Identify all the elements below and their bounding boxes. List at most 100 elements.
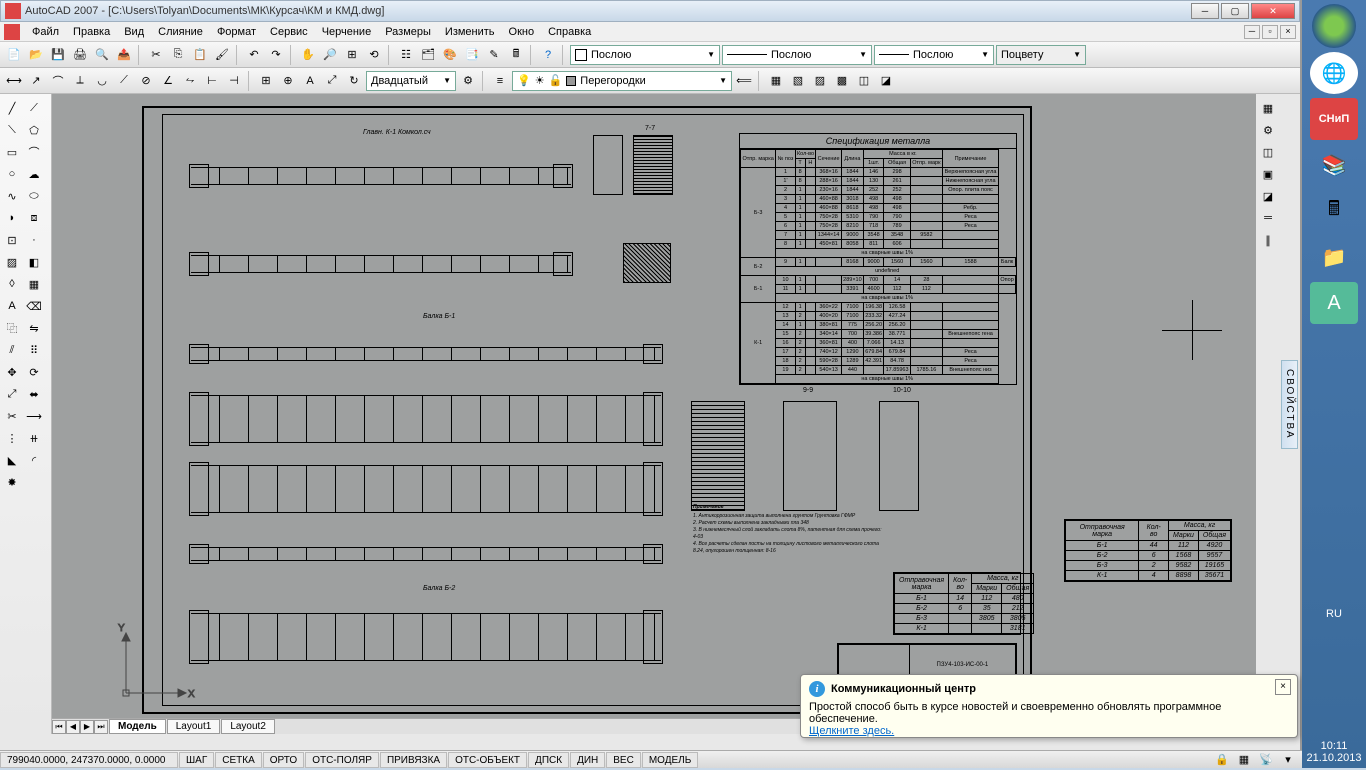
vp1-icon[interactable]: ▦	[766, 71, 786, 91]
dim-edit-icon[interactable]: A	[300, 71, 320, 91]
gradient-icon[interactable]: ◧	[24, 252, 44, 272]
system-clock[interactable]: 10:11 21.10.2013	[1306, 740, 1361, 768]
taskbar-app1-icon[interactable]: 📚	[1310, 144, 1358, 186]
zoom-prev-icon[interactable]: ⟲	[364, 45, 384, 65]
cut-icon[interactable]: ✂	[146, 45, 166, 65]
circle-icon[interactable]: ○	[2, 164, 22, 184]
rt-icon-4[interactable]: ▣	[1258, 164, 1278, 184]
language-indicator[interactable]: RU	[1326, 608, 1342, 620]
vp2-icon[interactable]: ▧	[788, 71, 808, 91]
dim-angular-icon[interactable]: ∠	[158, 71, 178, 91]
zoom-win-icon[interactable]: ⊞	[342, 45, 362, 65]
extend-icon[interactable]: ⟶	[24, 406, 44, 426]
tool-palettes-icon[interactable]: 🎨	[440, 45, 460, 65]
match-icon[interactable]: 🖌	[212, 45, 232, 65]
publish-icon[interactable]: 📤	[114, 45, 134, 65]
menu-window[interactable]: Окно	[503, 24, 541, 40]
table-icon[interactable]: ▦	[24, 274, 44, 294]
taskbar-snip-icon[interactable]: СНиП	[1310, 98, 1358, 140]
rectangle-icon[interactable]: ▭	[2, 142, 22, 162]
dim-quick-icon[interactable]: ⥊	[180, 71, 200, 91]
calc-icon[interactable]: 🖩	[506, 45, 526, 65]
toggle-otrack[interactable]: ОТС-ОБЪЕКТ	[448, 752, 527, 768]
dim-tedit-icon[interactable]: ⤢	[322, 71, 342, 91]
pline-icon[interactable]: ⟍	[2, 120, 22, 140]
print-icon[interactable]: 🖨	[70, 45, 90, 65]
app-menu-icon[interactable]	[4, 24, 20, 40]
drawing-area[interactable]: Главн. К-1 Комкол.сч 7-7 Балка Б-1 Балка…	[52, 94, 1256, 734]
coords-display[interactable]: 799040.0000, 247370.0000, 0.0000	[0, 752, 178, 768]
zoom-rt-icon[interactable]: 🔎	[320, 45, 340, 65]
undo-icon[interactable]: ↶	[244, 45, 264, 65]
dim-update-icon[interactable]: ↻	[344, 71, 364, 91]
menu-view[interactable]: Вид	[118, 24, 150, 40]
notification-close-button[interactable]: ×	[1275, 679, 1291, 695]
polygon-icon[interactable]: ⬠	[24, 120, 44, 140]
spline-icon[interactable]: ∿	[2, 186, 22, 206]
vp5-icon[interactable]: ◫	[854, 71, 874, 91]
minimize-button[interactable]: ─	[1191, 3, 1219, 19]
menu-tools[interactable]: Сервис	[264, 24, 314, 40]
dim-baseline-icon[interactable]: ⊢	[202, 71, 222, 91]
layer-prev-icon[interactable]: ⟸	[734, 71, 754, 91]
join-icon[interactable]: ⧺	[24, 428, 44, 448]
tab-last-icon[interactable]: ⏭	[94, 720, 108, 734]
lineweight-dropdown[interactable]: Послою ▼	[874, 45, 994, 65]
line-icon[interactable]: ╱	[2, 98, 22, 118]
taskbar-calc-icon[interactable]: 🖩	[1310, 190, 1358, 232]
copy-obj-icon[interactable]: ⿻	[2, 318, 22, 338]
menu-insert[interactable]: Слияние	[152, 24, 209, 40]
dimstyle-dropdown[interactable]: Двадцатый ▼	[366, 71, 456, 91]
toggle-ducs[interactable]: ДПСК	[528, 752, 569, 768]
open-icon[interactable]: 📂	[26, 45, 46, 65]
chamfer-icon[interactable]: ◣	[2, 450, 22, 470]
toggle-polar[interactable]: ОТС-ПОЛЯР	[305, 752, 379, 768]
explode-icon[interactable]: ✸	[2, 472, 22, 492]
menu-file[interactable]: Файл	[26, 24, 65, 40]
layer-dropdown[interactable]: 💡 ☀ 🔓 Перегородки ▼	[512, 71, 732, 91]
copy-icon[interactable]: ⎘	[168, 45, 188, 65]
toggle-ortho[interactable]: ОРТО	[263, 752, 304, 768]
sb-tray-icon[interactable]: ▦	[1234, 750, 1254, 770]
dim-jog-icon[interactable]: ⟋	[114, 71, 134, 91]
rt-icon-5[interactable]: ◪	[1258, 186, 1278, 206]
taskbar-folder-icon[interactable]: 📁	[1310, 236, 1358, 278]
sb-comm-icon[interactable]: 📡	[1256, 750, 1276, 770]
mtext-icon[interactable]: A	[2, 296, 22, 316]
rt-icon-2[interactable]: ⚙	[1258, 120, 1278, 140]
sb-menu-icon[interactable]: ▾	[1278, 750, 1298, 770]
revcloud-icon[interactable]: ☁	[24, 164, 44, 184]
rt-icon-3[interactable]: ◫	[1258, 142, 1278, 162]
dim-dia-icon[interactable]: ⊘	[136, 71, 156, 91]
toggle-osnap[interactable]: ПРИВЯЗКА	[380, 752, 447, 768]
center-mark-icon[interactable]: ⊕	[278, 71, 298, 91]
doc-close-button[interactable]: ×	[1280, 25, 1296, 39]
pan-icon[interactable]: ✋	[298, 45, 318, 65]
rotate-icon[interactable]: ⟳	[24, 362, 44, 382]
sb-lock-icon[interactable]: 🔒	[1212, 750, 1232, 770]
hatch-icon[interactable]: ▨	[2, 252, 22, 272]
properties-panel-tab[interactable]: СВОЙСТВА	[1281, 360, 1298, 449]
markup-icon[interactable]: ✎	[484, 45, 504, 65]
taskbar-chrome-icon[interactable]: 🌐	[1310, 52, 1358, 94]
offset-icon[interactable]: ⫽	[2, 340, 22, 360]
new-icon[interactable]: 📄	[4, 45, 24, 65]
toggle-dyn[interactable]: ДИН	[570, 752, 605, 768]
tab-model[interactable]: Модель	[109, 719, 166, 734]
close-button[interactable]: ✕	[1251, 3, 1295, 19]
layer-mgr-icon[interactable]: ≡	[490, 71, 510, 91]
rt-icon-6[interactable]: ═	[1258, 208, 1278, 228]
doc-minimize-button[interactable]: ─	[1244, 25, 1260, 39]
menu-format[interactable]: Формат	[211, 24, 262, 40]
dim-linear-icon[interactable]: ⟷	[4, 71, 24, 91]
toggle-snap[interactable]: ШАГ	[179, 752, 214, 768]
dimstyle-mgr-icon[interactable]: ⚙	[458, 71, 478, 91]
menu-dimension[interactable]: Размеры	[379, 24, 437, 40]
sheet-set-icon[interactable]: 📑	[462, 45, 482, 65]
tab-layout2[interactable]: Layout2	[221, 719, 275, 734]
region-icon[interactable]: ◊	[2, 274, 22, 294]
properties-icon[interactable]: ☷	[396, 45, 416, 65]
xline-icon[interactable]: ⟋	[24, 98, 44, 118]
tab-first-icon[interactable]: ⏮	[52, 720, 66, 734]
menu-draw[interactable]: Черчение	[316, 24, 378, 40]
